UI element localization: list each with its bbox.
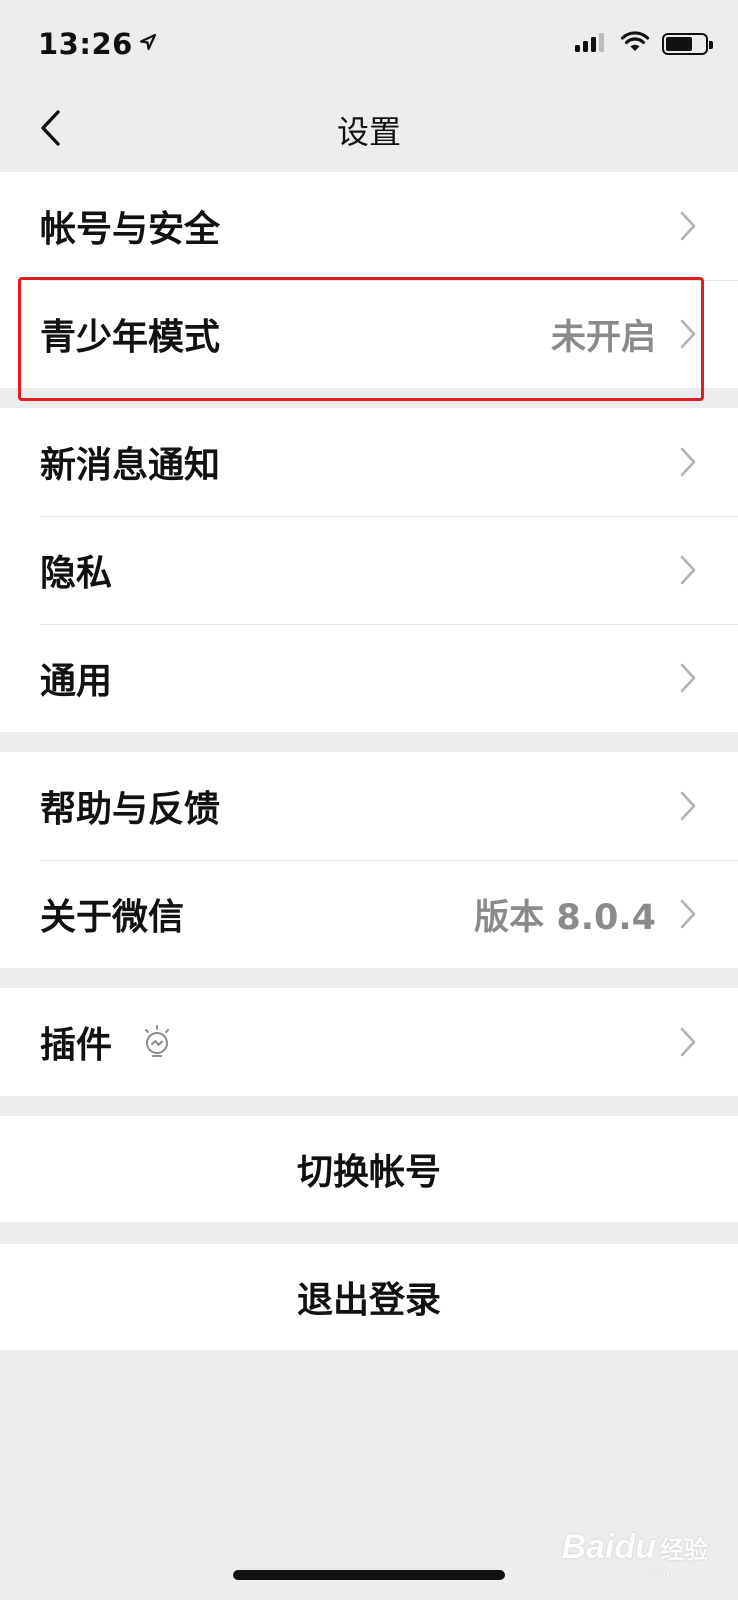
teen-mode-status: 未开启 bbox=[550, 317, 656, 358]
logout-group: 退出登录 bbox=[0, 1244, 738, 1350]
status-bar: 13:26 bbox=[0, 0, 738, 88]
logout-label: 退出登录 bbox=[296, 1280, 441, 1321]
battery-fill bbox=[666, 37, 692, 51]
page-title: 设置 bbox=[336, 113, 401, 151]
battery-icon bbox=[662, 33, 713, 55]
chevron-right-icon bbox=[678, 1025, 698, 1059]
status-right bbox=[574, 31, 713, 57]
plugins-group: 插件 bbox=[0, 988, 738, 1096]
chevron-right-icon bbox=[678, 789, 698, 823]
cellular-signal-icon bbox=[574, 31, 608, 57]
status-left: 13:26 bbox=[38, 27, 157, 61]
logout-button[interactable]: 退出登录 bbox=[0, 1244, 738, 1350]
settings-item-help-feedback[interactable]: 帮助与反馈 bbox=[0, 752, 738, 860]
switch-account-button[interactable]: 切换帐号 bbox=[0, 1116, 738, 1222]
settings-item-notifications[interactable]: 新消息通知 bbox=[0, 408, 738, 516]
row-label: 新消息通知 bbox=[40, 445, 221, 486]
watermark-sub: 经验 bbox=[660, 1537, 708, 1564]
wifi-icon bbox=[620, 31, 650, 57]
row-label: 关于微信 bbox=[40, 897, 185, 938]
switch-account-label: 切换帐号 bbox=[296, 1152, 441, 1193]
chevron-right-icon bbox=[678, 445, 698, 479]
switch-account-group: 切换帐号 bbox=[0, 1116, 738, 1222]
about-group: 帮助与反馈 关于微信 版本 8.0.4 bbox=[0, 752, 738, 968]
row-label: 帐号与安全 bbox=[40, 209, 221, 250]
location-arrow-icon bbox=[139, 33, 157, 55]
settings-item-teen-mode[interactable]: 青少年模式 未开启 bbox=[0, 280, 738, 388]
row-label: 隐私 bbox=[40, 553, 113, 594]
back-button[interactable] bbox=[26, 106, 74, 154]
account-group: 帐号与安全 青少年模式 未开启 bbox=[0, 172, 738, 388]
chevron-left-icon bbox=[38, 108, 62, 152]
chevron-right-icon bbox=[678, 317, 698, 351]
home-indicator[interactable] bbox=[233, 1570, 505, 1580]
watermark-brand: Baidu bbox=[561, 1528, 656, 1566]
chevron-right-icon bbox=[678, 897, 698, 931]
settings-item-plugins[interactable]: 插件 bbox=[0, 988, 738, 1096]
settings-item-privacy[interactable]: 隐私 bbox=[0, 516, 738, 624]
row-label: 通用 bbox=[40, 661, 113, 702]
settings-item-about-wechat[interactable]: 关于微信 版本 8.0.4 bbox=[0, 860, 738, 968]
row-label: 青少年模式 bbox=[40, 317, 221, 358]
chevron-right-icon bbox=[678, 553, 698, 587]
settings-item-general[interactable]: 通用 bbox=[0, 624, 738, 732]
lightbulb-icon bbox=[138, 1023, 176, 1061]
settings-item-account-security[interactable]: 帐号与安全 bbox=[0, 172, 738, 280]
settings-screen: 13:26 设置 帐号与安全 青少年模式 未开启 新消息通知 隐私 通用 帮助与… bbox=[0, 0, 738, 1600]
nav-bar: 设置 bbox=[0, 88, 738, 172]
chevron-right-icon bbox=[678, 661, 698, 695]
row-label: 帮助与反馈 bbox=[40, 789, 221, 830]
status-time: 13:26 bbox=[38, 27, 133, 61]
baidu-watermark: Baidu 经验 bbox=[562, 1528, 708, 1567]
battery-cap bbox=[709, 41, 713, 49]
preferences-group: 新消息通知 隐私 通用 bbox=[0, 408, 738, 732]
row-label: 插件 bbox=[40, 1025, 113, 1066]
version-text: 版本 8.0.4 bbox=[474, 897, 656, 938]
chevron-right-icon bbox=[678, 209, 698, 243]
watermark-url: jingyan.baidu.com bbox=[602, 1568, 704, 1581]
